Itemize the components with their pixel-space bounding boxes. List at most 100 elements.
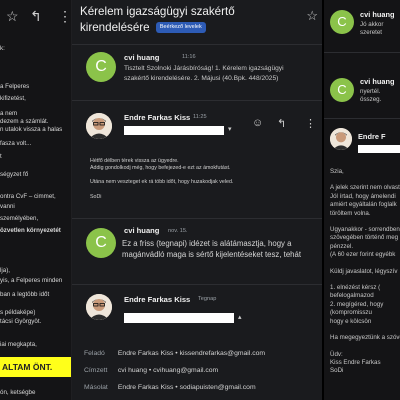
divider bbox=[72, 44, 322, 45]
right-email-thread: C cvi huang Jó akkor szeretet C cvi huan… bbox=[324, 0, 400, 400]
body-line: a nem bbox=[0, 110, 18, 117]
body-line: k: bbox=[0, 45, 5, 52]
snippet-line: összeg. bbox=[360, 96, 382, 103]
body-line: s példaképe) bbox=[0, 309, 36, 316]
avatar[interactable] bbox=[86, 294, 112, 320]
body-line: Kiss Endre Farkas bbox=[330, 358, 381, 366]
body-line: ón, ketségbe bbox=[0, 389, 36, 396]
body-line: kifizetést, bbox=[0, 95, 26, 102]
body-line: befelogalmazod bbox=[330, 292, 374, 300]
person-photo-icon bbox=[86, 294, 112, 320]
body-line: özvetlen környezetét bbox=[0, 227, 61, 234]
star-icon[interactable]: ☆ bbox=[6, 8, 19, 25]
recipient-details: Feladó Endre Farkas Kiss • kissendrefark… bbox=[72, 340, 322, 400]
sender-name[interactable]: cvi huang bbox=[360, 10, 395, 19]
to-value[interactable]: cvi huang • cvihuang@gmail.com bbox=[118, 367, 218, 374]
avatar[interactable] bbox=[86, 113, 112, 139]
redacted-recipient bbox=[124, 126, 224, 135]
message-time: 11:25 bbox=[193, 114, 207, 120]
more-icon[interactable]: ⋮ bbox=[305, 117, 316, 130]
left-email-panel: ☆ ↰ ⋮ k: a Felperes kifizetést, a nem de… bbox=[0, 0, 72, 400]
to-label: Címzett bbox=[84, 367, 108, 374]
sender-name[interactable]: Endre F bbox=[358, 132, 386, 141]
inbox-label-badge[interactable]: Beérkező levelek bbox=[155, 22, 206, 34]
body-line: Jól írtad, hogy ámelendi bbox=[330, 192, 396, 200]
avatar[interactable] bbox=[330, 128, 352, 150]
chevron-up-icon[interactable]: ▴ bbox=[238, 313, 242, 321]
person-photo-icon bbox=[330, 128, 352, 150]
avatar[interactable]: C bbox=[330, 78, 354, 102]
from-value[interactable]: Endre Farkas Kiss • kissendrefarkas@gmai… bbox=[118, 350, 265, 357]
sender-name[interactable]: cvi huang bbox=[124, 226, 159, 235]
body-line: Üdv: bbox=[330, 350, 343, 358]
body-line: tácsi Györgyöt. bbox=[0, 318, 42, 325]
message-snippet[interactable]: Tisztelt Szolnoki Járásbíróság! 1. Kérel… bbox=[124, 64, 310, 84]
body-line: Küldj javaslatot, légyszív bbox=[330, 267, 398, 275]
body-line: Ha megegyeztünk a szóve bbox=[330, 334, 400, 342]
body-line: SoDi bbox=[90, 193, 102, 200]
sender-name[interactable]: cvi huang bbox=[124, 53, 159, 62]
body-line: vanni bbox=[0, 203, 15, 210]
body-line: iai megkapta, bbox=[0, 341, 37, 348]
body-line: töröltem volna. bbox=[330, 209, 371, 217]
body-line: n utalok vissza a halas bbox=[0, 126, 63, 133]
body-line: amiért egyáltalán foglalk bbox=[330, 201, 397, 209]
cc-label: Másolat bbox=[84, 384, 108, 391]
body-line: ontra CvF – cimmet, bbox=[0, 193, 56, 200]
body-line: Szia, bbox=[330, 168, 344, 175]
body-line: a Felperes bbox=[0, 83, 30, 90]
thread-subject: Kérelem igazságügyi szakértő kirendelésé… bbox=[80, 4, 300, 36]
divider bbox=[72, 284, 322, 285]
body-line: dezem a számlát. bbox=[0, 118, 49, 125]
from-row: Feladó Endre Farkas Kiss • kissendrefark… bbox=[84, 350, 265, 357]
sender-name[interactable]: Endre Farkas Kiss bbox=[124, 113, 190, 122]
from-label: Feladó bbox=[84, 350, 105, 357]
body-line: hogy e kölcsön bbox=[330, 317, 372, 325]
message-time: nov. 15. bbox=[168, 228, 188, 234]
chevron-down-icon[interactable]: ▾ bbox=[228, 125, 232, 133]
reply-icon[interactable]: ↰ bbox=[30, 8, 42, 25]
star-icon[interactable]: ☆ bbox=[306, 8, 318, 24]
body-line: t bbox=[0, 153, 2, 160]
avatar[interactable]: C bbox=[330, 10, 354, 34]
body-line: Ugyanakkor - sorrendben bbox=[330, 226, 400, 234]
body-line: Utána nem veszteget ek rá több időt, hog… bbox=[90, 179, 234, 186]
person-photo-icon bbox=[86, 113, 112, 139]
to-row: Címzett cvi huang • cvihuang@gmail.com bbox=[84, 367, 218, 374]
cc-value[interactable]: Endre Farkas Kiss • sodiapuisten@gmail.c… bbox=[118, 384, 256, 391]
body-line: 2. megígéred, hogy bbox=[330, 300, 384, 308]
body-line: SoDi bbox=[330, 367, 344, 375]
divider bbox=[324, 52, 400, 53]
message-body: Hétfő délben térek vissza az ügyedre. Ad… bbox=[90, 158, 233, 201]
body-line: lja), bbox=[0, 267, 10, 274]
reply-icon[interactable]: ↰ bbox=[277, 117, 286, 130]
body-line: (A 60 ezer forint egyébk bbox=[330, 251, 396, 259]
message-time: 11:16 bbox=[182, 54, 196, 60]
body-line: ségyzet fő bbox=[0, 171, 29, 178]
body-line: Addig gondolkodj még, hogy befejezed-e e… bbox=[90, 165, 231, 172]
body-line: személyében, bbox=[0, 215, 39, 222]
message-snippet[interactable]: Ez a friss (tegnapi) idézet is alátámasz… bbox=[122, 238, 308, 260]
divider bbox=[72, 100, 322, 101]
message-time: Tegnap bbox=[198, 296, 217, 302]
body-line: (kompromisszu bbox=[330, 309, 372, 317]
body-line: A jelek szerint nem olvast bbox=[330, 184, 400, 192]
more-icon[interactable]: ⋮ bbox=[58, 8, 71, 25]
sender-name[interactable]: cvi huang bbox=[360, 77, 395, 86]
body-line: Hétfő délben térek vissza az ügyedre. bbox=[90, 158, 179, 164]
emoji-icon[interactable]: ☺ bbox=[252, 117, 263, 129]
sender-name[interactable]: Endre Farkas Kiss bbox=[124, 295, 190, 304]
snippet-line: szeretet bbox=[360, 29, 383, 36]
avatar[interactable]: C bbox=[86, 228, 116, 258]
body-line: ban a legtöbb időt bbox=[0, 291, 50, 298]
body-line: fasza volt... bbox=[0, 140, 32, 147]
avatar[interactable]: C bbox=[86, 52, 116, 82]
redacted-recipient bbox=[124, 313, 234, 323]
